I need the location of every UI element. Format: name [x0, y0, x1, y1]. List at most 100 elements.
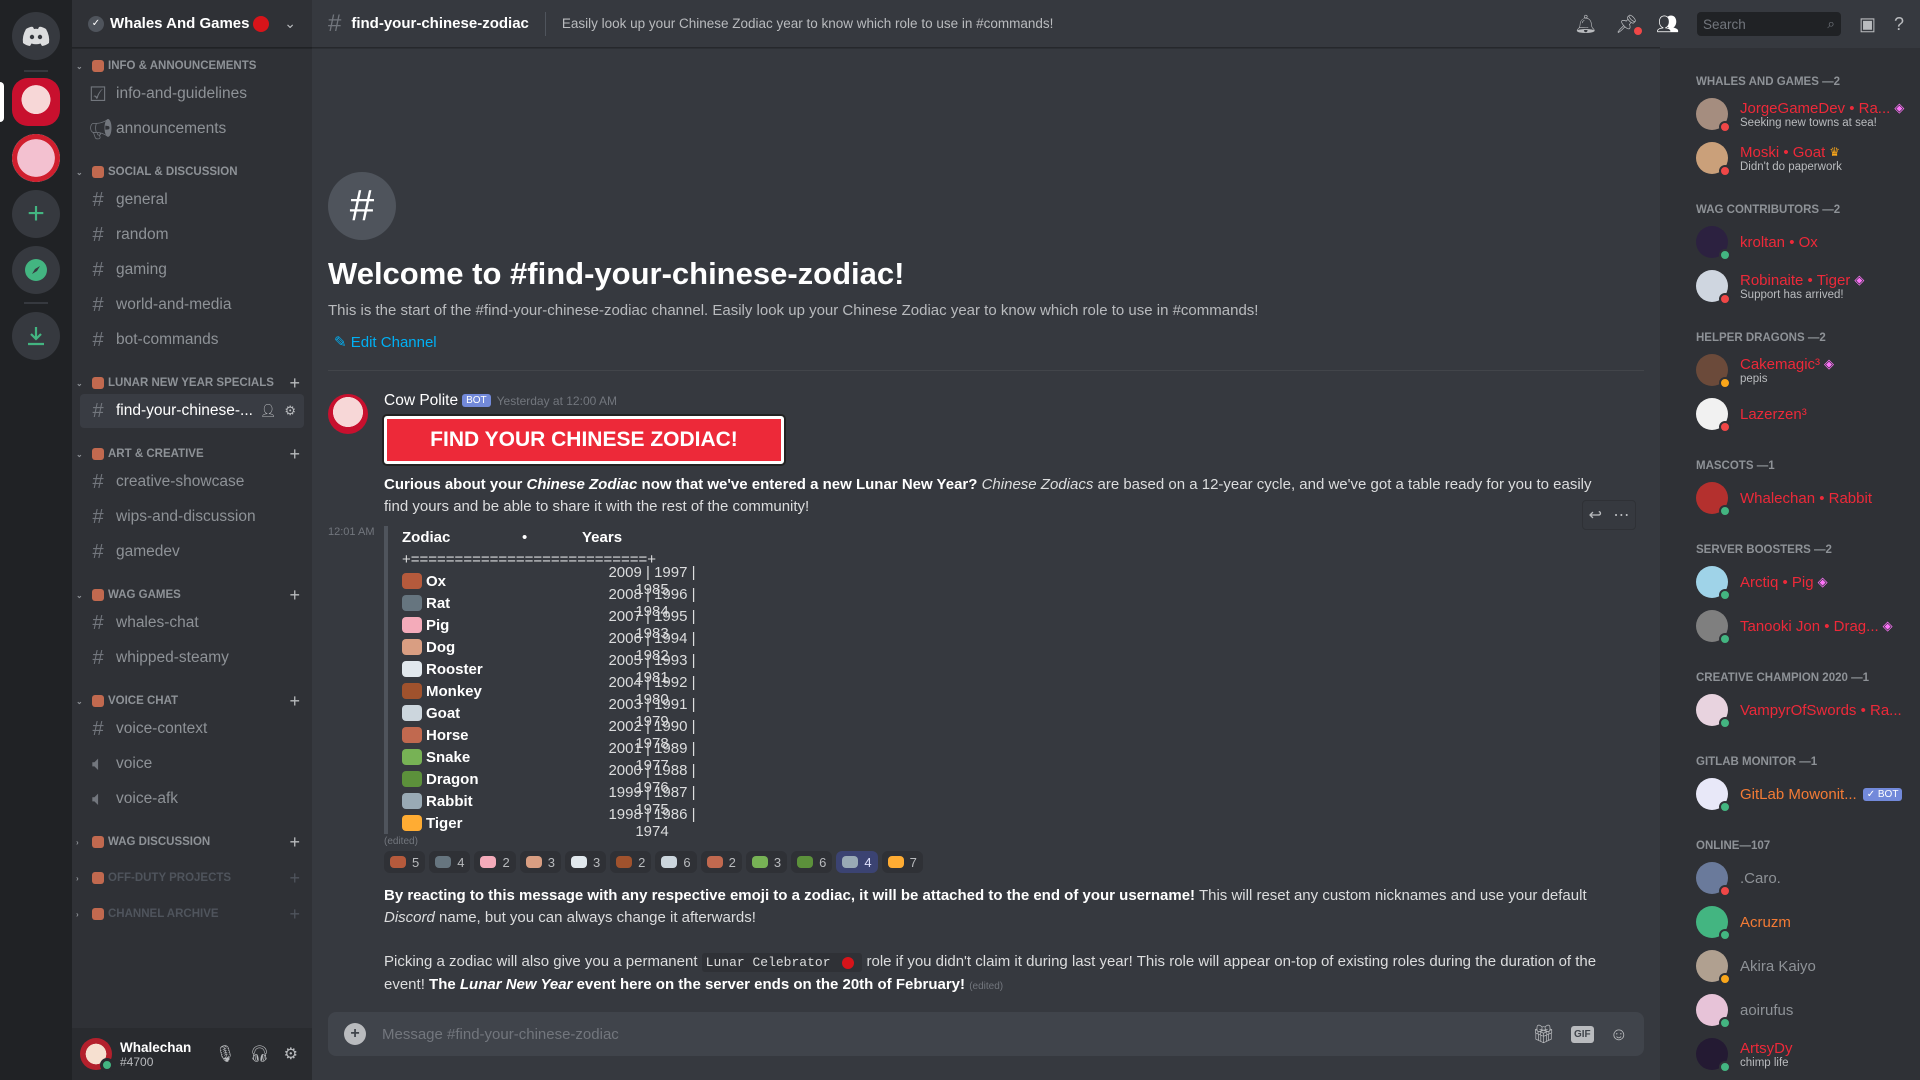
user-avatar[interactable] — [80, 1038, 114, 1072]
member-group-header: GITLAB MONITOR —1 — [1660, 752, 1920, 772]
category-header[interactable]: ⌄ SOCIAL & DISCUSSION — [72, 162, 312, 182]
help-icon[interactable]: ? — [1894, 14, 1904, 35]
member-item[interactable]: .Caro. — [1660, 856, 1920, 900]
sidebar-channel-voice-context[interactable]: # voice-context — [80, 712, 304, 746]
member-item[interactable]: Robinaite • Tiger ◈ Support has arrived! — [1660, 264, 1920, 308]
member-item[interactable]: Lazerzen³ — [1660, 392, 1920, 436]
author-avatar[interactable] — [328, 394, 368, 434]
zodiac-banner-image[interactable]: FIND YOUR CHINESE ZODIAC! — [384, 416, 784, 464]
inbox-icon[interactable]: ▣ — [1859, 14, 1876, 35]
create-channel-plus-icon[interactable]: + — [289, 832, 300, 853]
zodiac-cell: Rabbit — [402, 793, 542, 810]
member-item[interactable]: VampyrOfSwords • Ra... — [1660, 688, 1920, 732]
more-options-icon[interactable]: ⋯ — [1613, 505, 1629, 525]
member-item[interactable]: Acruzm — [1660, 900, 1920, 944]
sidebar-channel-info-and-guidelines[interactable]: ☑ info-and-guidelines — [80, 77, 304, 111]
member-item[interactable]: Akira Kaiyo — [1660, 944, 1920, 988]
reaction-goat[interactable]: 6 — [655, 851, 697, 873]
gift-icon[interactable]: 🎁︎ — [1532, 1024, 1555, 1045]
member-item[interactable]: Cakemagic³ ◈ pepis — [1660, 348, 1920, 392]
channel-settings-gear-icon[interactable]: ⚙ — [284, 403, 296, 419]
chevron-down-icon[interactable]: ⌄ — [284, 15, 296, 32]
group-title: ONLINE—107 — [1696, 840, 1771, 852]
edit-channel-link[interactable]: ✎ Edit Channel — [328, 333, 1258, 351]
create-channel-plus-icon[interactable]: + — [289, 868, 300, 889]
message-input[interactable] — [382, 1025, 1533, 1043]
member-item[interactable]: ArtsyDy chimp life — [1660, 1032, 1920, 1076]
explore-servers-button[interactable] — [12, 246, 60, 294]
sidebar-channel-bot-commands[interactable]: # bot-commands — [80, 323, 304, 357]
table-row: Rabbit 1999 | 1987 | 1975 — [402, 784, 1600, 818]
member-item[interactable]: Arctiq • Pig ◈ — [1660, 560, 1920, 604]
member-item[interactable]: Moski • Goat ♛ Didn't do paperwork — [1660, 136, 1920, 180]
emoji-picker-icon[interactable]: ☺ — [1610, 1024, 1628, 1045]
sidebar-channel-creative-showcase[interactable]: # creative-showcase — [80, 465, 304, 499]
reaction-snake[interactable]: 3 — [745, 851, 788, 873]
member-item[interactable]: JorgeGameDev • Ra... ◈ Seeking new towns … — [1660, 92, 1920, 136]
reaction-horse[interactable]: 2 — [700, 851, 742, 873]
category-header[interactable]: ⌄ LUNAR NEW YEAR SPECIALS + — [72, 373, 312, 393]
reaction-rabbit[interactable]: 4 — [836, 851, 878, 873]
search-box[interactable]: Search ⌕ — [1696, 12, 1841, 36]
sidebar-channel-whipped-steamy[interactable]: # whipped-steamy — [80, 641, 304, 675]
member-item[interactable]: aoirufus — [1660, 988, 1920, 1032]
upload-plus-icon[interactable]: + — [344, 1023, 366, 1045]
member-status-text: chimp life — [1740, 1056, 1789, 1069]
home-button[interactable] — [12, 12, 60, 60]
reaction-dog[interactable]: 3 — [519, 851, 561, 873]
sidebar-channel-general[interactable]: # general — [80, 183, 304, 217]
category-header[interactable]: › CHANNEL ARCHIVE + — [72, 904, 312, 924]
goat-emoji-icon — [402, 705, 422, 721]
reaction-monkey[interactable]: 2 — [610, 851, 652, 873]
category-header[interactable]: ⌄ WAG GAMES + — [72, 585, 312, 605]
user-settings-gear-icon[interactable]: ⚙ — [284, 1044, 298, 1064]
pinned-messages-icon[interactable]: 📌︎ — [1615, 14, 1643, 35]
download-apps-button[interactable] — [12, 312, 60, 360]
server-header[interactable]: ✓ Whales And Games ⌄ — [72, 0, 312, 48]
microphone-icon[interactable]: 🎙︎ — [215, 1044, 235, 1064]
category-header[interactable]: › WAG DISCUSSION + — [72, 832, 312, 852]
category-header[interactable]: ⌄ ART & CREATIVE + — [72, 444, 312, 464]
member-item[interactable]: GitLab Mowonit... ✓ BOT — [1660, 772, 1920, 816]
member-item[interactable]: Whalechan • Rabbit — [1660, 476, 1920, 520]
sidebar-channel-whales-chat[interactable]: # whales-chat — [80, 606, 304, 640]
sidebar-channel-random[interactable]: # random — [80, 218, 304, 252]
gif-button[interactable]: GIF — [1570, 1025, 1594, 1043]
sidebar-channel-find-your-chinese-[interactable]: # find-your-chinese-... 👤︎ ⚙ — [80, 394, 304, 428]
sidebar-channel-announcements[interactable]: 📢︎ announcements — [80, 112, 304, 146]
server-whales-and-games[interactable] — [12, 78, 60, 126]
create-channel-plus-icon[interactable]: + — [289, 904, 300, 925]
channel-label: whales-chat — [116, 614, 199, 631]
reaction-pig[interactable]: 2 — [474, 851, 516, 873]
headphones-icon[interactable]: 🎧︎ — [249, 1044, 269, 1064]
member-list-toggle-icon[interactable]: 👥︎ — [1656, 14, 1679, 35]
sidebar-channel-gaming[interactable]: # gaming — [80, 253, 304, 287]
table-row: Ox 2009 | 1997 | 1985 — [402, 564, 1600, 598]
category-header[interactable]: › OFF-DUTY PROJECTS + — [72, 868, 312, 888]
sidebar-channel-wips-and-discussion[interactable]: # wips-and-discussion — [80, 500, 304, 534]
sidebar-channel-voice[interactable]: 🔈︎ voice — [80, 747, 304, 781]
sidebar-channel-gamedev[interactable]: # gamedev — [80, 535, 304, 569]
sidebar-channel-voice-afk[interactable]: 🔈︎ voice-afk — [80, 782, 304, 816]
reaction-tiger[interactable]: 7 — [881, 851, 923, 873]
notification-bell-icon[interactable]: 🔔︎ — [1574, 14, 1597, 35]
reaction-ox[interactable]: 5 — [384, 851, 426, 873]
member-item[interactable]: kroltan • Ox — [1660, 220, 1920, 264]
create-channel-plus-icon[interactable]: + — [289, 691, 300, 712]
server-icon-2[interactable] — [12, 134, 60, 182]
category-header[interactable]: ⌄ VOICE CHAT + — [72, 691, 312, 711]
reaction-dragon[interactable]: 6 — [791, 851, 833, 873]
reaction-rat[interactable]: 4 — [429, 851, 471, 873]
member-item[interactable]: Tanooki Jon • Drag... ◈ — [1660, 604, 1920, 648]
create-channel-plus-icon[interactable]: + — [289, 373, 300, 394]
channel-topic[interactable]: Easily look up your Chinese Zodiac year … — [562, 16, 1054, 31]
invite-icon[interactable]: 👤︎ — [260, 403, 277, 419]
create-channel-plus-icon[interactable]: + — [289, 585, 300, 606]
member-text: Cakemagic³ ◈ pepis — [1728, 356, 1834, 385]
reaction-rooster[interactable]: 3 — [564, 851, 607, 873]
category-header[interactable]: ⌄ INFO & ANNOUNCEMENTS — [72, 56, 312, 76]
message-author[interactable]: Cow Polite — [384, 392, 458, 409]
add-server-button[interactable]: + — [12, 190, 60, 238]
create-channel-plus-icon[interactable]: + — [289, 444, 300, 465]
sidebar-channel-world-and-media[interactable]: # world-and-media — [80, 288, 304, 322]
